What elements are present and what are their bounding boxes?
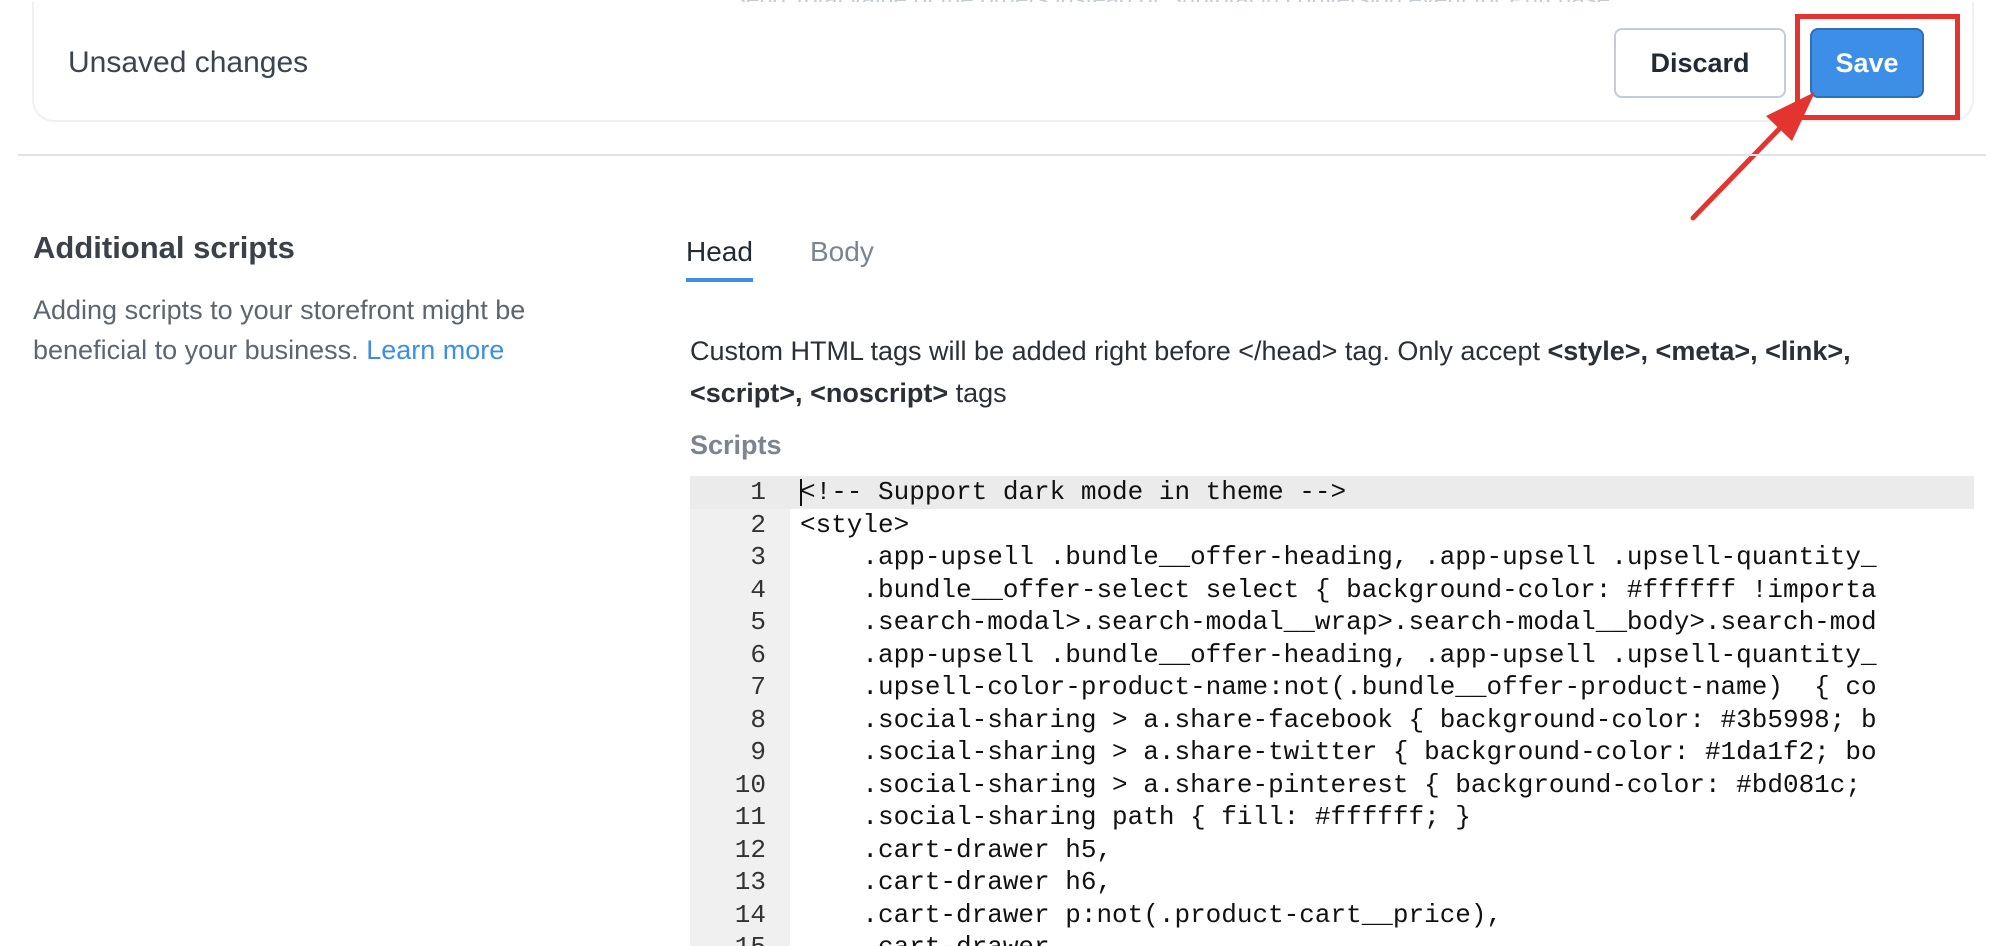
code-line[interactable]: 10 .social-sharing > a.share-pinterest {… [690, 769, 1974, 802]
line-number: 4 [750, 574, 766, 605]
code-text: .cart-drawer h5, [800, 834, 1113, 865]
code-text: <!-- Support dark mode in theme --> [800, 477, 1347, 507]
discard-button[interactable]: Discard [1614, 28, 1786, 98]
code-line[interactable]: 1 <!-- Support dark mode in theme --> [690, 476, 1974, 509]
code-line[interactable]: 7 .upsell-color-product-name:not(.bundle… [690, 671, 1974, 704]
line-number: 10 [734, 769, 766, 800]
code-text: .app-upsell .bundle__offer-heading, .app… [800, 542, 1877, 572]
tab-head[interactable]: Head [686, 236, 753, 282]
section-title: Additional scripts [33, 230, 295, 265]
help-prefix: Custom HTML tags will be added right bef… [690, 336, 1548, 366]
code-text: .cart-drawer p:not(.product-cart__price)… [800, 899, 1503, 930]
code-line[interactable]: 6 .app-upsell .bundle__offer-heading, .a… [690, 639, 1974, 672]
line-number: 15 [690, 931, 766, 946]
line-number: 7 [750, 672, 766, 702]
code-text: .social-sharing > a.share-twitter { back… [800, 737, 1877, 767]
help-suffix: tags [948, 378, 1007, 408]
section-description: Adding scripts to your storefront might … [33, 290, 593, 370]
code-line[interactable]: 4 .bundle__offer-select select { backgro… [690, 574, 1974, 607]
code-text: .bundle__offer-select select { backgroun… [800, 574, 1877, 605]
divider [18, 154, 1986, 156]
code-text: .cart-drawer h6, [800, 867, 1113, 897]
line-number: 3 [750, 542, 766, 572]
code-text: .upsell-color-product-name:not(.bundle__… [800, 672, 1877, 702]
code-text: <style> [800, 509, 910, 540]
learn-more-link[interactable]: Learn more [366, 335, 504, 365]
line-number: 5 [750, 607, 766, 637]
line-number: 8 [750, 704, 766, 735]
text-cursor [800, 479, 802, 506]
line-number: 2 [750, 509, 766, 540]
save-highlight-box [1795, 14, 1960, 120]
code-line[interactable]: 12 .cart-drawer h5, [690, 834, 1974, 867]
code-line[interactable]: 13 .cart-drawer h6, [690, 866, 1974, 899]
line-number: 9 [750, 737, 766, 767]
scripts-label: Scripts [690, 430, 782, 460]
line-number: 11 [734, 802, 766, 832]
code-line[interactable]: 5 .search-modal>.search-modal__wrap>.sea… [690, 606, 1974, 639]
unsaved-changes-message: Unsaved changes [68, 46, 309, 79]
code-line[interactable]: 14 .cart-drawer p:not(.product-cart__pri… [690, 899, 1974, 932]
code-line[interactable]: 9 .social-sharing > a.share-twitter { ba… [690, 736, 1974, 769]
code-line[interactable]: 11 .social-sharing path { fill: #ffffff;… [690, 801, 1974, 834]
code-text: .social-sharing > a.share-facebook { bac… [800, 704, 1877, 735]
line-number: 1 [750, 477, 766, 507]
code-line[interactable]: 15 .cart-drawer [690, 931, 1974, 946]
code-line[interactable]: 8 .social-sharing > a.share-facebook { b… [690, 704, 1974, 737]
tab-body[interactable]: Body [810, 236, 874, 278]
line-number: 14 [734, 899, 766, 930]
line-number: 12 [734, 834, 766, 865]
code-text: .cart-drawer [800, 931, 1049, 946]
code-line[interactable]: 3 .app-upsell .bundle__offer-heading, .a… [690, 541, 1974, 574]
help-text: Custom HTML tags will be added right bef… [690, 330, 1970, 414]
code-text: .app-upsell .bundle__offer-heading, .app… [800, 639, 1877, 670]
code-editor[interactable]: 1 <!-- Support dark mode in theme --> 2 <st… [690, 476, 1974, 946]
line-number: 6 [750, 639, 766, 670]
unsaved-changes-bar: Unsaved changes Discard Save [32, 2, 1974, 122]
line-number: 13 [734, 867, 766, 897]
code-line[interactable]: 2 <style> [690, 509, 1974, 542]
code-text: .social-sharing > a.share-pinterest { ba… [800, 769, 1877, 800]
code-text: .search-modal>.search-modal__wrap>.searc… [800, 607, 1877, 637]
code-text: .social-sharing path { fill: #ffffff; } [800, 802, 1471, 832]
